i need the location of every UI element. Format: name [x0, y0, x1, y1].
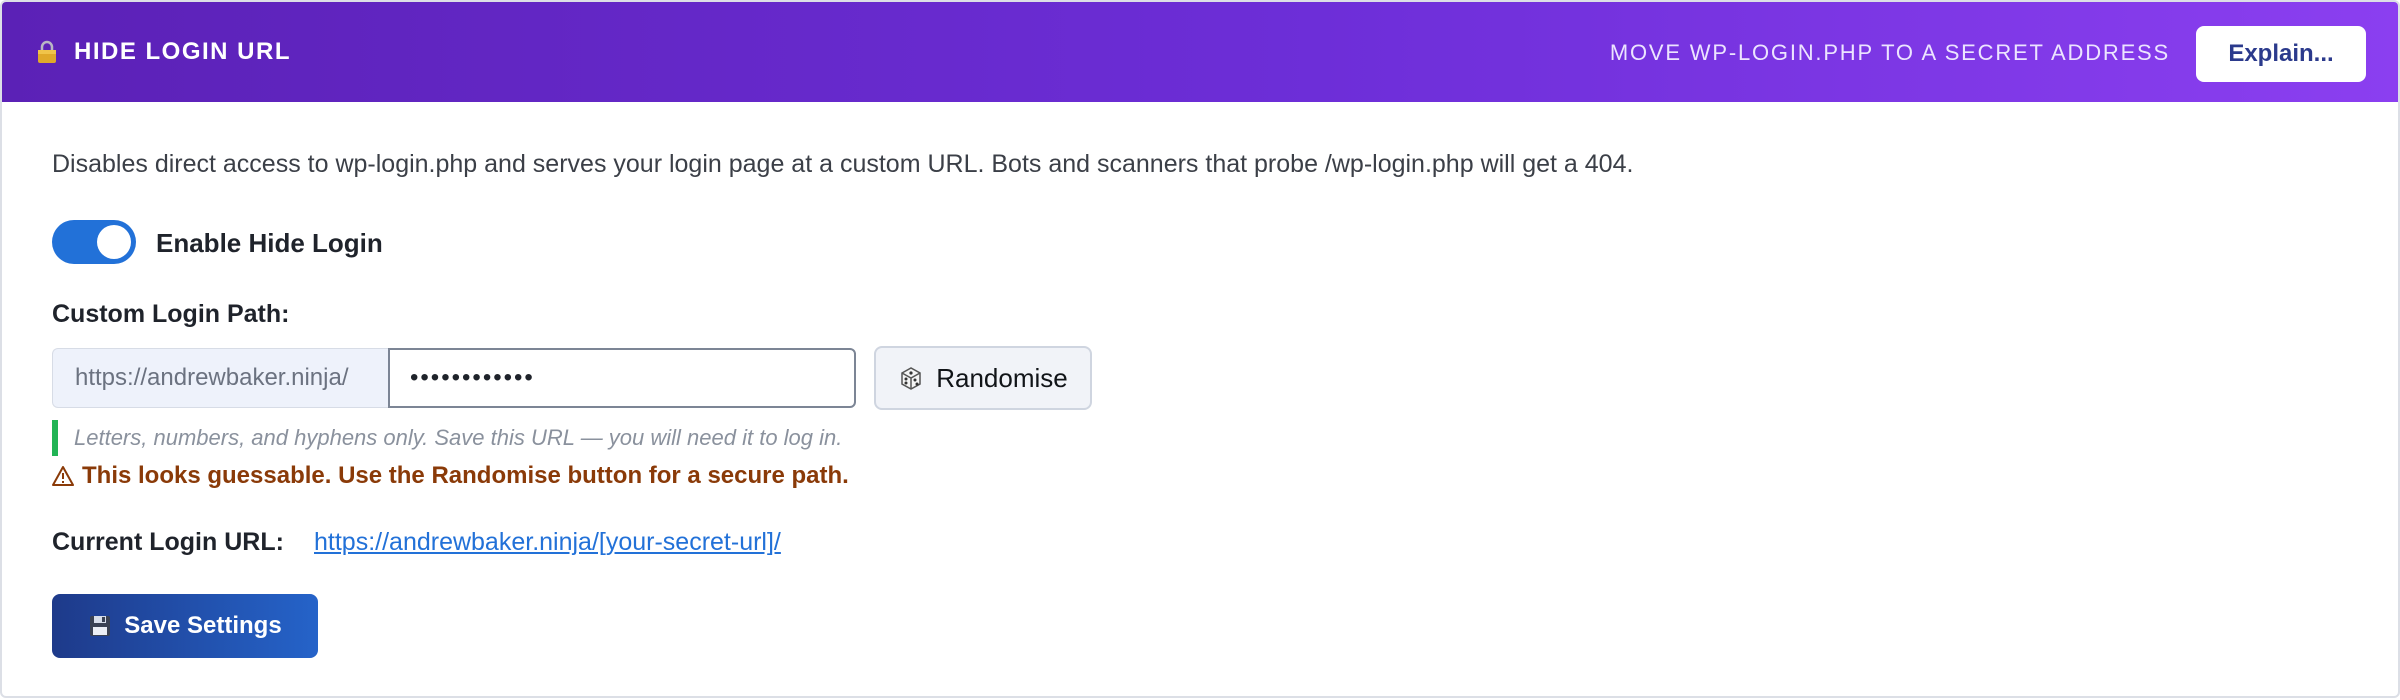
randomise-button[interactable]: Randomise — [874, 346, 1092, 410]
current-url-label: Current Login URL: — [52, 528, 284, 556]
custom-path-label: Custom Login Path: — [52, 300, 290, 328]
panel-header: HIDE LOGIN URL MOVE WP-LOGIN.PHP TO A SE… — [2, 2, 2398, 102]
toggle-label: Enable Hide Login — [156, 228, 383, 258]
path-hint: Letters, numbers, and hyphens only. Save… — [52, 420, 842, 456]
warning-text: This looks guessable. Use the Randomise … — [82, 462, 849, 489]
guessable-warning: This looks guessable. Use the Randomise … — [52, 462, 849, 490]
save-label: Save Settings — [124, 612, 282, 639]
warning-icon — [52, 465, 74, 487]
description-text: Disables direct access to wp-login.php a… — [52, 150, 1634, 178]
floppy-disk-icon — [88, 614, 112, 638]
panel-subtitle: MOVE WP-LOGIN.PHP TO A SECRET ADDRESS — [1609, 40, 2170, 65]
custom-path-input[interactable] — [388, 348, 856, 408]
save-settings-button[interactable]: Save Settings — [52, 594, 318, 658]
lock-icon — [36, 40, 58, 64]
current-url-link[interactable]: https://andrewbaker.ninja/[your-secret-u… — [314, 528, 781, 557]
explain-button[interactable]: Explain... — [2196, 26, 2366, 82]
panel-title: HIDE LOGIN URL — [74, 38, 291, 65]
enable-hide-login-toggle[interactable] — [52, 220, 136, 264]
toggle-knob — [97, 225, 131, 259]
dice-icon — [898, 365, 924, 391]
url-prefix: https://andrewbaker.ninja/ — [52, 348, 390, 408]
hide-login-panel: HIDE LOGIN URL MOVE WP-LOGIN.PHP TO A SE… — [0, 0, 2400, 698]
randomise-label: Randomise — [936, 362, 1068, 393]
